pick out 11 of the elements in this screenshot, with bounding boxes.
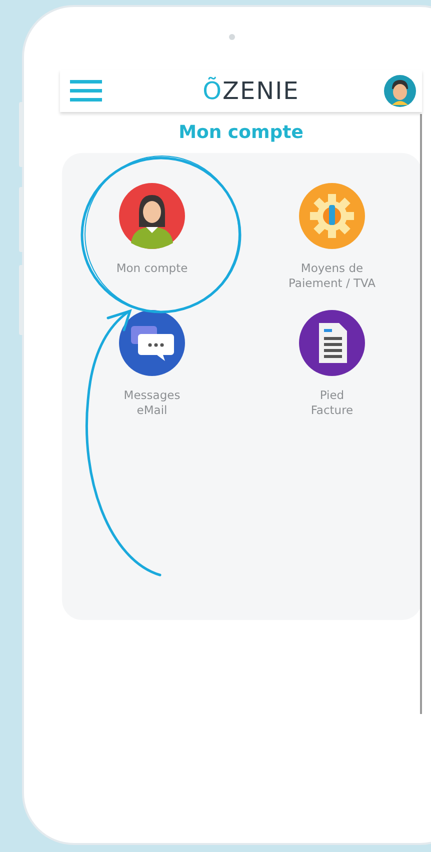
user-avatar-icon[interactable] [384, 75, 416, 107]
tile-label[interactable]: Mon compte [116, 261, 188, 276]
person-avatar-icon [119, 183, 185, 249]
page-title: Mon compte [178, 122, 304, 143]
tile-label[interactable]: Moyens de Paiement / TVA [288, 261, 376, 291]
tile-label[interactable]: Messages eMail [124, 388, 180, 418]
tile-label[interactable]: Pied Facture [310, 388, 354, 418]
document-icon [299, 310, 365, 376]
chat-icon [119, 310, 185, 376]
logo: ÕZENIE [202, 77, 300, 105]
gear-icon [299, 183, 365, 249]
